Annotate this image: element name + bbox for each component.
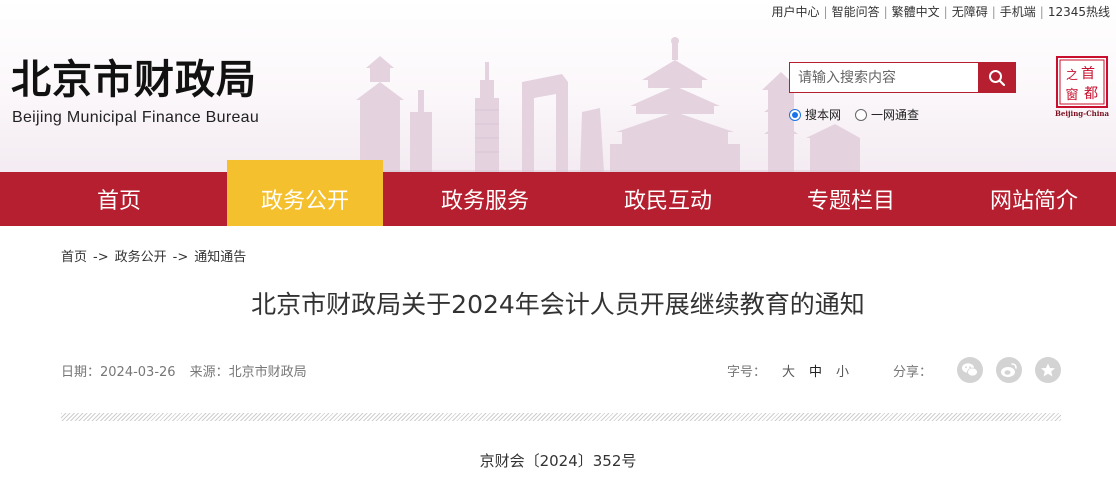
- article-title: 北京市财政局关于2024年会计人员开展继续教育的通知: [251, 290, 865, 319]
- share-weibo-button[interactable]: [996, 357, 1022, 383]
- date-label: 日期：: [61, 365, 101, 380]
- share-favorite-button[interactable]: [1035, 357, 1061, 383]
- favorite-star-icon: [1041, 363, 1055, 377]
- radio-selected-icon[interactable]: [789, 108, 801, 121]
- site-logo-title[interactable]: 北京市财政局: [11, 54, 257, 106]
- top-link-divider: |: [823, 4, 828, 19]
- capital-logo-char-2: 都: [1084, 86, 1098, 102]
- capital-logo-caption: Beijing-China: [1055, 109, 1109, 118]
- radio-unselected-icon[interactable]: [855, 108, 868, 121]
- search-icon: [988, 69, 1005, 86]
- top-link-hotline[interactable]: 12345热线: [1048, 3, 1110, 20]
- search-box: [789, 62, 1016, 93]
- capital-logo-char-1: 首: [1081, 66, 1095, 82]
- search-scope-all-label: 一网通查: [871, 108, 920, 122]
- top-links: 用户中心 | 智能问答 | 繁體中文 | 无障碍 | 手机端 | 12345热线: [772, 3, 1111, 20]
- search-input[interactable]: [790, 63, 978, 92]
- breadcrumb-home[interactable]: 首页: [61, 250, 87, 265]
- search-scope-site[interactable]: 搜本网: [789, 106, 841, 123]
- font-size-control: 字号： 大 中 小: [727, 361, 863, 380]
- top-link-divider: |: [991, 4, 996, 19]
- article-meta: 日期：2024-03-26 来源：北京市财政局: [61, 361, 307, 380]
- article-date: 2024-03-26: [100, 365, 176, 380]
- nav-item-gov-affairs-open[interactable]: 政务公开: [227, 172, 383, 226]
- top-link-traditional-chinese[interactable]: 繁體中文: [892, 3, 940, 20]
- source-label: 来源：: [189, 365, 229, 380]
- top-link-mobile[interactable]: 手机端: [1000, 3, 1036, 20]
- top-link-smart-qa[interactable]: 智能问答: [832, 3, 880, 20]
- capital-window-logo[interactable]: 首 之 都 窗 Beijing-China: [1055, 56, 1111, 118]
- share-label: 分享：: [893, 365, 933, 380]
- breadcrumb: 首页 -> 政务公开 -> 通知通告: [61, 246, 246, 265]
- weibo-icon: [1001, 363, 1017, 377]
- top-link-divider: |: [1039, 4, 1044, 19]
- breadcrumb-gov-affairs-open[interactable]: 政务公开: [115, 250, 167, 265]
- nav-item-gov-services[interactable]: 政务服务: [410, 172, 560, 226]
- document-number: 京财会〔2024〕352号: [479, 452, 637, 470]
- wechat-icon: [962, 363, 978, 377]
- search-scope-all[interactable]: 一网通查: [855, 106, 919, 123]
- font-size-label: 字号：: [727, 365, 767, 380]
- search-scope-site-label: 搜本网: [805, 108, 842, 122]
- article-source: 北京市财政局: [228, 365, 307, 380]
- nav-item-interaction[interactable]: 政民互动: [593, 172, 743, 226]
- breadcrumb-notices[interactable]: 通知通告: [194, 250, 246, 265]
- search-button[interactable]: [978, 63, 1015, 92]
- font-size-medium[interactable]: 中: [809, 361, 822, 380]
- top-link-divider: |: [943, 4, 948, 19]
- meta-divider: [61, 413, 1061, 421]
- site-logo-subtitle: Beijing Municipal Finance Bureau: [12, 109, 260, 126]
- top-link-divider: |: [883, 4, 888, 19]
- capital-logo-char-4: 窗: [1065, 87, 1078, 103]
- breadcrumb-separator: ->: [172, 250, 189, 265]
- top-link-user-center[interactable]: 用户中心: [772, 3, 820, 20]
- font-size-large[interactable]: 大: [782, 361, 795, 380]
- beijing-skyline-illustration: [300, 37, 860, 172]
- search-scope: 搜本网 一网通查: [789, 106, 933, 123]
- share-wechat-button[interactable]: [957, 357, 983, 383]
- breadcrumb-separator: ->: [93, 250, 109, 265]
- nav-item-about-site[interactable]: 网站简介: [959, 172, 1109, 226]
- site-header: 用户中心 | 智能问答 | 繁體中文 | 无障碍 | 手机端 | 12345热线: [0, 0, 1116, 172]
- top-link-accessibility[interactable]: 无障碍: [952, 3, 988, 20]
- capital-logo-char-3: 之: [1066, 68, 1078, 82]
- nav-item-home[interactable]: 首页: [44, 172, 194, 226]
- font-size-small[interactable]: 小: [836, 361, 849, 380]
- nav-item-special-topics[interactable]: 专题栏目: [776, 172, 926, 226]
